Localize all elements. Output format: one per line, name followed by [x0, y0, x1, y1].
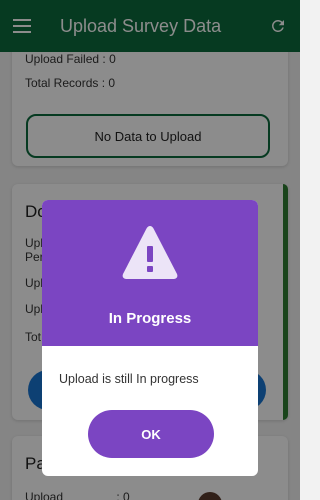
dialog-header: In Progress	[42, 200, 258, 346]
in-progress-dialog: In Progress Upload is still In progress …	[42, 200, 258, 476]
warning-triangle-icon	[122, 226, 178, 279]
ok-button[interactable]: OK	[88, 410, 214, 458]
dialog-message: Upload is still In progress	[59, 372, 199, 386]
dialog-title: In Progress	[108, 310, 192, 327]
